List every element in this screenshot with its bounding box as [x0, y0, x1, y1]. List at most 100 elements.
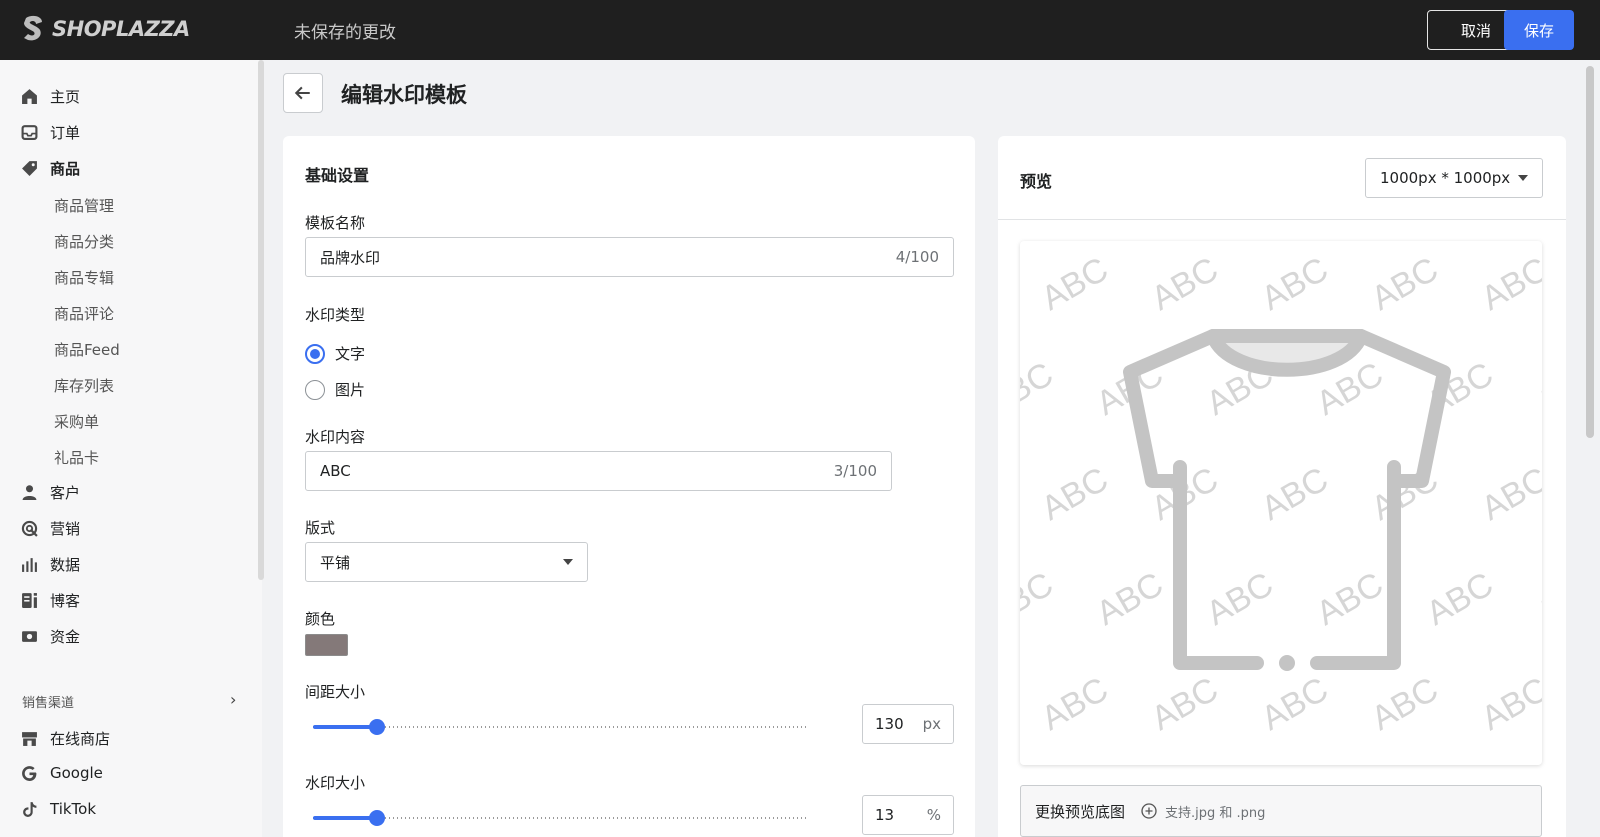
template-name-value: 品牌水印: [320, 248, 381, 267]
watermark-text: ABC: [1420, 565, 1500, 633]
watermark-text-layer: ABC ABC ABC ABC ABC ABC ABC ABC ABC ABC ABC ABC ABC A…: [1020, 250, 1542, 738]
watermark-text: ABC: [1200, 565, 1280, 633]
sidebar-subitem-inventory[interactable]: 库存列表: [54, 375, 114, 396]
sidebar-item-customers[interactable]: 客户: [20, 482, 80, 503]
watermark-type-label: 水印类型: [305, 306, 366, 324]
shoplazza-logo-icon: [24, 15, 42, 41]
sidebar-channel-online-store[interactable]: 在线商店: [20, 728, 110, 749]
watermark-content-input[interactable]: ABC 3/100: [305, 451, 892, 491]
plus-circle-icon[interactable]: [1141, 803, 1157, 819]
sidebar-subitem-product-feed[interactable]: 商品Feed: [54, 339, 120, 360]
slider-track: [313, 817, 809, 819]
layout-select-value: 平铺: [320, 553, 351, 572]
slider-thumb[interactable]: [369, 810, 385, 826]
watermark-text: ABC: [1255, 460, 1335, 528]
watermark-text: ABC: [1365, 670, 1445, 738]
sidebar-item-label: 博客: [50, 592, 81, 610]
radio-label: 图片: [335, 381, 366, 399]
tag-icon: [20, 160, 38, 178]
sidebar-item-label: 主页: [50, 88, 81, 106]
save-button[interactable]: 保存: [1504, 10, 1574, 50]
shoplazza-logo[interactable]: SHOPLAZZA: [22, 14, 190, 44]
watermark-content-counter: 3/100: [833, 462, 877, 480]
sidebar-channel-tiktok[interactable]: TikTok: [20, 800, 96, 818]
unsaved-changes-text: 未保存的更改: [294, 23, 396, 43]
home-icon: [20, 88, 38, 106]
sidebar-item-analytics[interactable]: 数据: [20, 554, 80, 575]
watermark-text: ABC: [1530, 355, 1542, 423]
store-icon: [20, 730, 38, 748]
spacing-input[interactable]: 130 px: [862, 704, 954, 744]
sidebar-channel-google[interactable]: Google: [20, 764, 103, 782]
radio-label: 文字: [335, 345, 366, 363]
blog-icon: [20, 592, 38, 610]
color-label: 颜色: [305, 610, 336, 628]
watermark-text: ABC: [1310, 565, 1390, 633]
sidebar-item-orders[interactable]: 订单: [20, 122, 80, 143]
preview-canvas: ABC ABC ABC ABC ABC ABC ABC ABC ABC ABC ABC ABC ABC A…: [1020, 250, 1542, 738]
template-name-input[interactable]: 品牌水印 4/100: [305, 237, 954, 277]
sales-channels-heading: 销售渠道: [22, 696, 75, 711]
sidebar-subitem-product-collections[interactable]: 商品专辑: [54, 267, 114, 288]
sidebar-item-label: Google: [50, 764, 103, 782]
template-name-counter: 4/100: [895, 248, 939, 266]
back-button[interactable]: [283, 73, 323, 113]
preview-title: 预览: [1020, 172, 1053, 191]
watermark-text: ABC: [1365, 250, 1445, 318]
sidebar-subitem-product-categories[interactable]: 商品分类: [54, 231, 114, 252]
watermark-size-value: 13: [875, 806, 895, 824]
watermark-text: ABC: [1020, 355, 1060, 423]
sidebar-subitem-product-management[interactable]: 商品管理: [54, 195, 114, 216]
watermark-content-value: ABC: [320, 462, 351, 480]
sidebar-item-label: TikTok: [50, 800, 97, 818]
sidebar-item-finance[interactable]: 资金: [20, 626, 80, 647]
sidebar-subitem-purchase-orders[interactable]: 采购单: [54, 411, 99, 432]
preview-size-select[interactable]: 1000px * 1000px: [1365, 158, 1543, 198]
sidebar-item-label: 客户: [50, 484, 81, 502]
watermark-text: ABC: [1035, 670, 1115, 738]
watermark-size-label: 水印大小: [305, 774, 366, 792]
slider-fill: [313, 725, 377, 729]
watermark-text: ABC: [1145, 250, 1225, 318]
watermark-text: ABC: [1090, 565, 1170, 633]
chevron-right-icon[interactable]: ›: [230, 690, 236, 709]
replace-hint-text: 支持.jpg 和 .png: [1165, 805, 1266, 821]
watermark-size-slider[interactable]: [313, 808, 809, 828]
sidebar-subitem-gift-cards[interactable]: 礼品卡: [54, 447, 99, 468]
top-bar: SHOPLAZZA 未保存的更改 取消 保存: [0, 0, 1600, 60]
watermark-size-unit: %: [926, 806, 941, 824]
spacing-slider[interactable]: [313, 717, 809, 737]
sidebar-item-label: 数据: [50, 556, 81, 574]
caret-down-icon: [1518, 175, 1528, 181]
watermark-text: ABC: [1475, 460, 1542, 528]
watermark-text: ABC: [1365, 460, 1445, 528]
google-icon: [20, 764, 38, 782]
divider: [998, 219, 1566, 220]
watermark-content-label: 水印内容: [305, 428, 366, 446]
main-scrollbar[interactable]: [1586, 66, 1594, 438]
sidebar-item-marketing[interactable]: 营销: [20, 518, 80, 539]
watermark-text: ABC: [1475, 670, 1542, 738]
sidebar-item-products[interactable]: 商品: [20, 158, 80, 179]
sidebar-subitem-product-reviews[interactable]: 商品评论: [54, 303, 114, 324]
layout-select[interactable]: 平铺: [305, 542, 588, 582]
person-icon: [20, 484, 38, 502]
slider-thumb[interactable]: [369, 719, 385, 735]
watermark-text: ABC: [1020, 565, 1060, 633]
sidebar-item-home[interactable]: 主页: [20, 86, 80, 107]
color-swatch[interactable]: [305, 634, 348, 656]
slider-track: [313, 726, 809, 728]
replace-preview-bar[interactable]: 更换预览底图 支持.jpg 和 .png: [1020, 785, 1542, 837]
sidebar-scrollbar[interactable]: [258, 60, 264, 580]
radio-button-checked[interactable]: [305, 343, 325, 364]
watermark-size-input[interactable]: 13 %: [862, 795, 954, 835]
radio-type-text[interactable]: 文字: [305, 343, 365, 364]
watermark-text: ABC: [1035, 250, 1115, 318]
page-title: 编辑水印模板: [341, 83, 467, 107]
replace-preview-label: 更换预览底图: [1035, 802, 1126, 821]
sidebar-item-label: 商品: [50, 160, 81, 178]
radio-type-image[interactable]: 图片: [305, 379, 365, 400]
replace-hint: 支持.jpg 和 .png: [1141, 802, 1265, 821]
sidebar-item-blog[interactable]: 博客: [20, 590, 80, 611]
radio-button[interactable]: [305, 379, 325, 400]
